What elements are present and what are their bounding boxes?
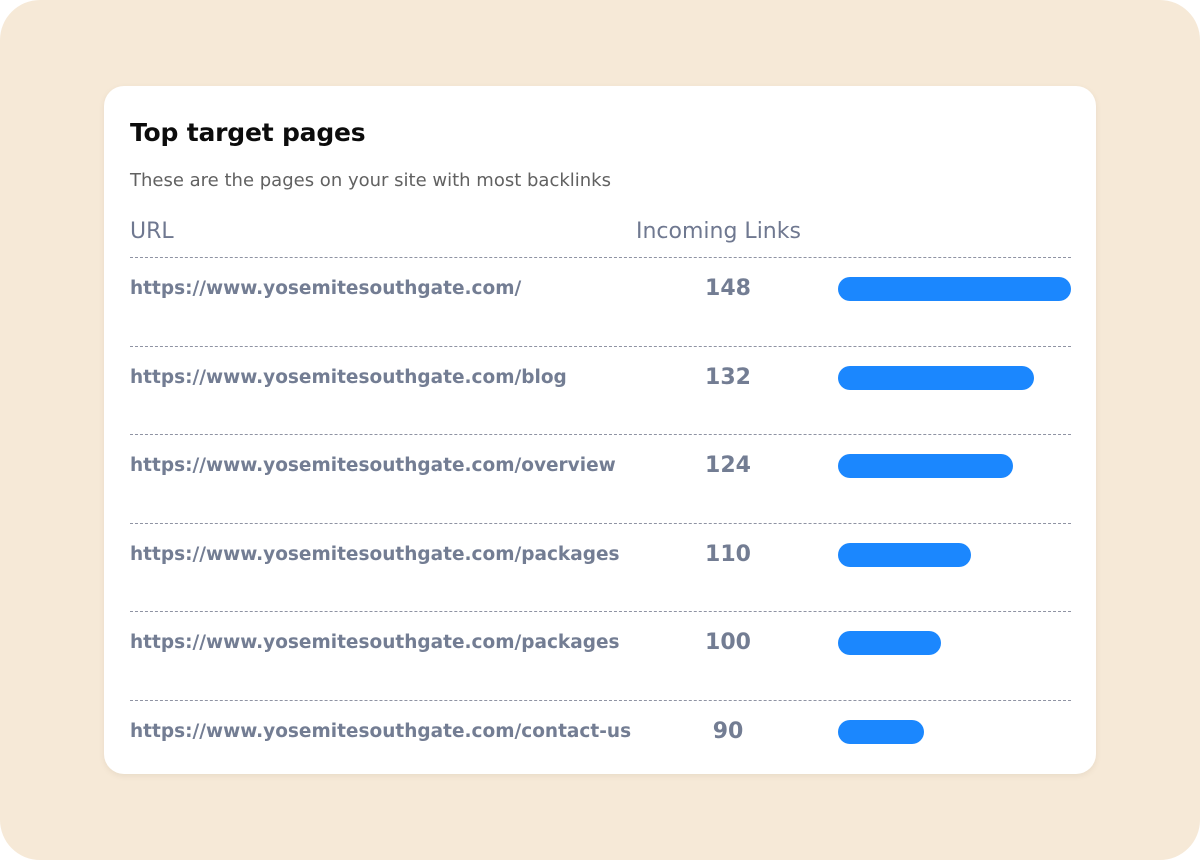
row-incoming-links-count: 124: [705, 453, 751, 479]
row-links-bar: [838, 631, 941, 656]
table-row: https://www.yosemitesouthgate.com/packag…: [130, 611, 1071, 700]
table-row: https://www.yosemitesouthgate.com/contac…: [130, 699, 1071, 789]
column-header-incoming-links: Incoming Links: [636, 219, 801, 244]
row-links-bar: [838, 454, 1013, 479]
row-bar-track: [838, 277, 1071, 301]
row-bar-track: [838, 719, 1071, 744]
row-url-link[interactable]: https://www.yosemitesouthgate.com/contac…: [130, 701, 631, 763]
row-bar-track: [838, 542, 1071, 567]
row-incoming-links-count: 132: [705, 364, 751, 390]
row-incoming-links-count: 90: [712, 718, 744, 744]
row-bar-track: [838, 365, 1071, 390]
row-bar-track: [838, 454, 1071, 479]
row-url-link[interactable]: https://www.yosemitesouthgate.com/blog: [130, 347, 567, 409]
row-url-link[interactable]: https://www.yosemitesouthgate.com/overvi…: [130, 435, 616, 497]
row-url-link[interactable]: https://www.yosemitesouthgate.com/packag…: [130, 524, 620, 586]
card-subtitle: These are the pages on your site with mo…: [130, 170, 611, 191]
table-row: https://www.yosemitesouthgate.com/blog 1…: [130, 345, 1071, 435]
row-incoming-links-count: 100: [705, 630, 751, 656]
row-incoming-links-count: 110: [705, 541, 751, 567]
row-incoming-links-count: 148: [705, 276, 751, 301]
row-links-bar: [838, 719, 925, 744]
column-header-url: URL: [130, 219, 174, 244]
card-title: Top target pages: [130, 118, 366, 147]
row-links-bar: [838, 542, 971, 567]
row-url-link[interactable]: https://www.yosemitesouthgate.com/: [130, 258, 521, 320]
table-row: https://www.yosemitesouthgate.com/overvi…: [130, 434, 1071, 523]
table-row: https://www.yosemitesouthgate.com/ 148: [130, 257, 1071, 346]
target-pages-table: https://www.yosemitesouthgate.com/ 148 h…: [130, 257, 1071, 789]
row-links-bar: [838, 365, 1034, 390]
table-row: https://www.yosemitesouthgate.com/packag…: [130, 522, 1071, 612]
row-links-bar: [838, 277, 1071, 301]
top-target-pages-card: Top target pages These are the pages on …: [104, 86, 1096, 774]
row-bar-track: [838, 631, 1071, 656]
row-url-link[interactable]: https://www.yosemitesouthgate.com/packag…: [130, 612, 620, 674]
